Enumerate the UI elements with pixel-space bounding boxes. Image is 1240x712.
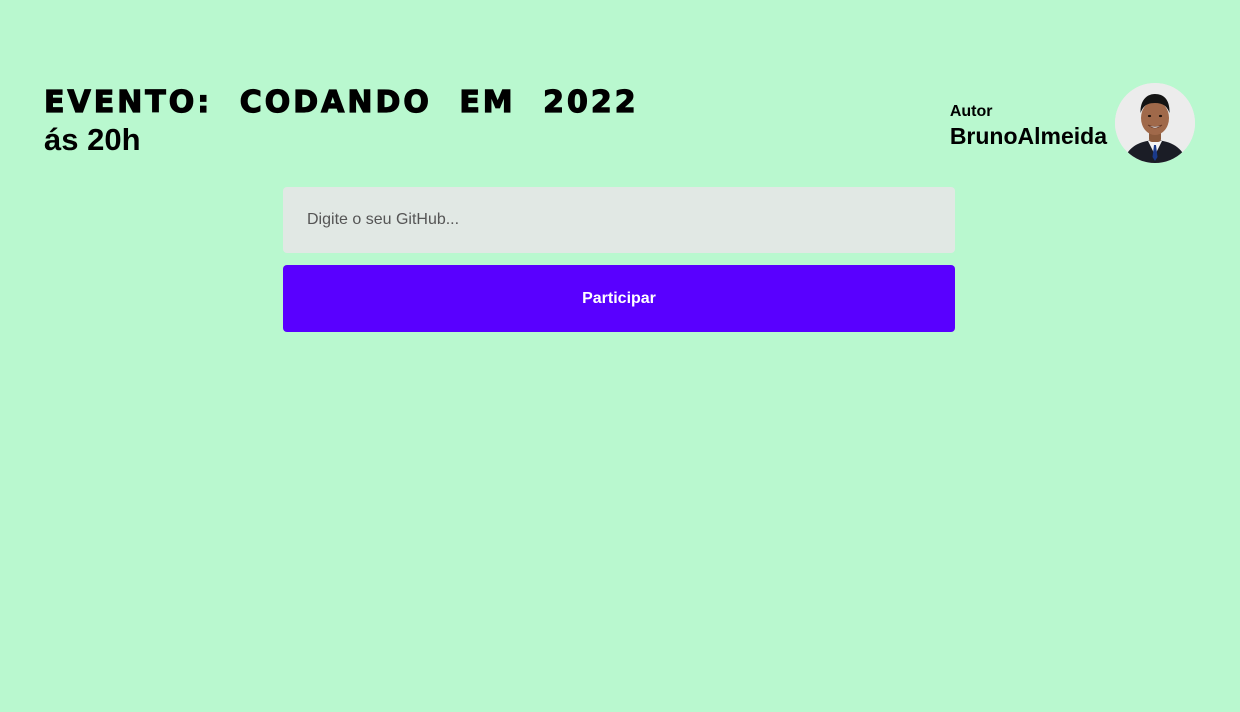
subscribe-form: Participar [283, 187, 955, 332]
author-label: Autor [949, 103, 993, 120]
event-header: EVENTO: CODANDO EM 2022 ás 20h [43, 84, 639, 157]
avatar [1115, 83, 1195, 163]
participate-button[interactable]: Participar [283, 265, 955, 332]
event-title: EVENTO: CODANDO EM 2022 [43, 84, 639, 120]
event-time: ás 20h [44, 122, 141, 157]
person-photo-icon [1115, 83, 1195, 163]
author-name: BrunoAlmeida [949, 123, 1107, 149]
github-input[interactable] [283, 187, 955, 253]
author-info: Autor BrunoAlmeida [950, 97, 1107, 149]
author-card: Autor BrunoAlmeida [950, 83, 1195, 163]
